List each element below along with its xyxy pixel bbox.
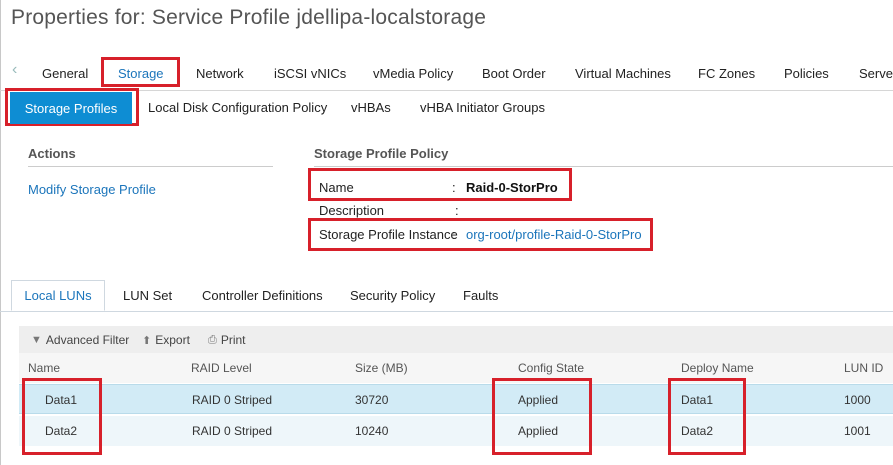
- tab-general[interactable]: General: [42, 66, 88, 81]
- main-tab-bar: ‹ General Storage Network iSCSI vNICs vM…: [0, 54, 893, 91]
- tab-vhbas[interactable]: vHBAs: [351, 100, 391, 115]
- instance-label: Storage Profile Instance: [319, 227, 458, 242]
- col-size[interactable]: Size (MB): [355, 361, 408, 375]
- policy-divider: [314, 166, 893, 167]
- tab-vmedia-policy[interactable]: vMedia Policy: [373, 66, 453, 81]
- highlight-deploy-name-column: [668, 378, 746, 455]
- tab-faults[interactable]: Faults: [463, 288, 498, 303]
- cell-size: 30720: [355, 393, 389, 407]
- tab-security-policy[interactable]: Security Policy: [350, 288, 435, 303]
- filter-icon: ▼: [31, 334, 42, 346]
- instance-link[interactable]: org-root/profile-Raid-0-StorPro: [466, 227, 642, 242]
- description-separator: :: [455, 203, 459, 218]
- tab-controller-definitions[interactable]: Controller Definitions: [202, 288, 323, 303]
- tab-fc-zones[interactable]: FC Zones: [698, 66, 755, 81]
- description-label: Description: [319, 203, 385, 218]
- export-button[interactable]: ⬆ Export: [142, 333, 190, 347]
- tab-local-luns[interactable]: Local LUNs: [11, 280, 105, 311]
- col-name[interactable]: Name: [28, 361, 60, 375]
- tab-lun-set[interactable]: LUN Set: [123, 288, 172, 303]
- col-raid-level[interactable]: RAID Level: [191, 361, 252, 375]
- actions-heading: Actions: [28, 146, 76, 161]
- print-label: Print: [220, 333, 246, 347]
- advanced-filter-button[interactable]: ▼ Advanced Filter: [31, 333, 129, 347]
- cell-lun-id: 1000: [844, 393, 871, 407]
- export-icon: ⬆: [142, 334, 152, 347]
- col-deploy-name[interactable]: Deploy Name: [681, 361, 754, 375]
- name-separator: :: [452, 180, 456, 195]
- tab-vhba-initiator-groups[interactable]: vHBA Initiator Groups: [420, 100, 545, 115]
- lun-tab-bar: Local LUNs LUN Set Controller Definition…: [0, 280, 893, 312]
- col-config-state[interactable]: Config State: [518, 361, 584, 375]
- tab-storage-profiles[interactable]: Storage Profiles: [10, 92, 132, 124]
- chevron-left-icon[interactable]: ‹: [12, 62, 24, 78]
- actions-divider: [28, 166, 273, 167]
- print-button[interactable]: ⎙ Print: [208, 333, 246, 347]
- tab-storage[interactable]: Storage: [118, 66, 164, 81]
- cell-lun-id: 1001: [844, 424, 871, 438]
- export-label: Export: [155, 333, 190, 347]
- table-row[interactable]: Data2 RAID 0 Striped 10240 Applied Data2…: [19, 416, 893, 446]
- cell-size: 10240: [355, 424, 389, 438]
- tab-policies[interactable]: Policies: [784, 66, 829, 81]
- instance-separator: :: [452, 227, 456, 242]
- name-label: Name: [319, 180, 354, 195]
- advanced-filter-label: Advanced Filter: [45, 333, 130, 347]
- tab-iscsi-vnics[interactable]: iSCSI vNICs: [274, 66, 346, 81]
- table-toolbar: ▼ Advanced Filter ⬆ Export ⎙ Print: [19, 326, 893, 353]
- col-lun-id[interactable]: LUN ID: [844, 361, 883, 375]
- print-icon: ⎙: [208, 333, 217, 346]
- highlight-config-state-column: [492, 378, 592, 455]
- cell-raid-level: RAID 0 Striped: [192, 393, 273, 407]
- storage-profile-policy-heading: Storage Profile Policy: [314, 146, 449, 161]
- cell-raid-level: RAID 0 Striped: [192, 424, 273, 438]
- name-value: Raid-0-StorPro: [466, 180, 558, 195]
- tab-server[interactable]: Server: [859, 66, 893, 81]
- tab-network[interactable]: Network: [196, 66, 244, 81]
- table-row[interactable]: Data1 RAID 0 Striped 30720 Applied Data1…: [19, 384, 893, 414]
- tab-boot-order[interactable]: Boot Order: [482, 66, 546, 81]
- page-title: Properties for: Service Profile jdellipa…: [11, 6, 487, 29]
- tab-local-disk-config-policy[interactable]: Local Disk Configuration Policy: [148, 100, 327, 115]
- modify-storage-profile-link[interactable]: Modify Storage Profile: [28, 182, 156, 197]
- table-header: Name RAID Level Size (MB) Config State D…: [19, 353, 893, 383]
- tab-virtual-machines[interactable]: Virtual Machines: [575, 66, 671, 81]
- highlight-name-column: [22, 378, 102, 455]
- sub-tab-bar: Storage Profiles Local Disk Configuratio…: [0, 88, 893, 126]
